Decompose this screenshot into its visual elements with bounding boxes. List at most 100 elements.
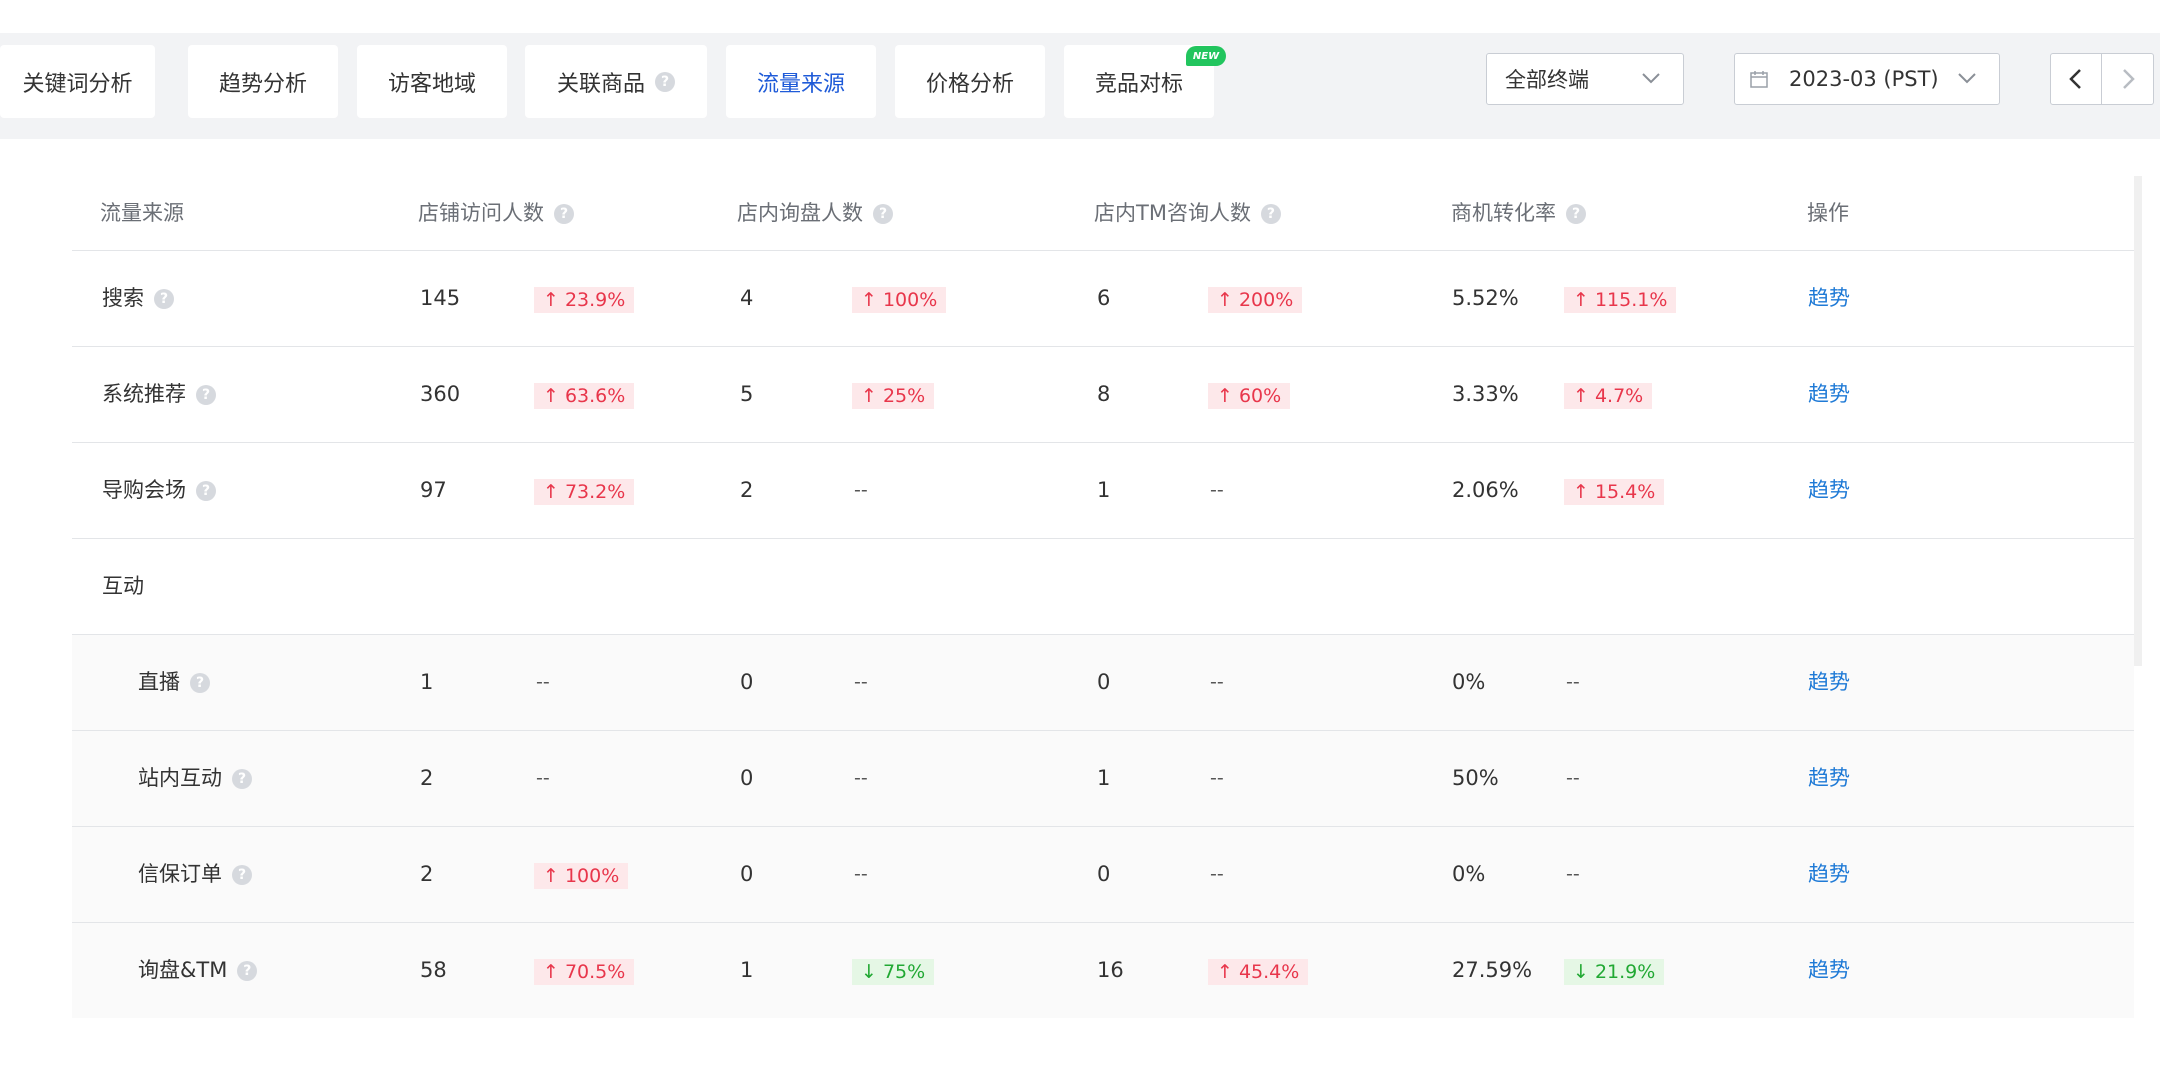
tab-label: 流量来源	[756, 71, 845, 97]
inquiry-value: 4	[740, 286, 754, 310]
header-visitors: 店铺访问人数?	[418, 176, 574, 250]
visitors-change: ↑ 70.5%	[534, 959, 635, 985]
source-name: 搜索?	[102, 251, 174, 346]
tm-value: 6	[1097, 286, 1111, 310]
header-conversion: 商机转化率?	[1451, 176, 1586, 250]
analysis-tab-bar: 关键词分析 趋势分析 访客地域 关联商品? 流量来源 价格分析 竞品对标 NEW…	[0, 33, 2160, 139]
visitors-change: --	[536, 671, 550, 693]
source-label: 搜索	[102, 286, 144, 310]
header-label: 店内询盘人数	[737, 201, 863, 225]
tm-value: 1	[1097, 478, 1111, 502]
conversion-change: --	[1566, 671, 1580, 693]
visitors-value: 2	[420, 766, 434, 790]
help-icon[interactable]: ?	[873, 204, 893, 224]
tm-value: 0	[1097, 670, 1111, 694]
trend-link[interactable]: 趋势	[1808, 827, 1850, 922]
help-icon[interactable]: ?	[232, 769, 252, 789]
conversion-value: 0%	[1452, 670, 1486, 694]
tab-price-analysis[interactable]: 价格分析	[895, 45, 1045, 118]
inquiry-change: --	[854, 671, 868, 693]
table-row: 信保订单? 2 ↑ 100% 0 -- 0 -- 0% -- 趋势	[72, 827, 2134, 923]
trend-link[interactable]: 趋势	[1808, 347, 1850, 442]
chevron-right-icon	[2122, 69, 2135, 89]
trend-link[interactable]: 趋势	[1808, 443, 1850, 538]
tm-value: 0	[1097, 862, 1111, 886]
header-source: 流量来源	[100, 201, 184, 225]
help-icon[interactable]: ?	[196, 481, 216, 501]
tab-visitor-region[interactable]: 访客地域	[357, 45, 507, 118]
help-icon[interactable]: ?	[1566, 204, 1586, 224]
terminal-select[interactable]: 全部终端	[1486, 53, 1684, 105]
table-scrollbar[interactable]	[2134, 176, 2142, 666]
tab-related-products[interactable]: 关联商品?	[525, 45, 707, 118]
visitors-value: 58	[420, 958, 447, 982]
group-row[interactable]: 互动	[72, 539, 2134, 635]
visitors-value: 145	[420, 286, 461, 310]
tm-change: ↑ 45.4%	[1208, 959, 1309, 985]
date-select-value: 2023-03 (PST)	[1789, 67, 1939, 91]
tm-value: 8	[1097, 382, 1111, 406]
inquiry-change: ↑ 100%	[852, 287, 947, 313]
tab-label: 趋势分析	[218, 71, 307, 97]
trend-link[interactable]: 趋势	[1808, 731, 1850, 826]
source-label: 信保订单	[138, 862, 222, 886]
source-label: 站内互动	[138, 766, 222, 790]
help-icon[interactable]: ?	[237, 961, 258, 981]
tm-value: 1	[1097, 766, 1111, 790]
tab-label: 关联商品	[556, 71, 645, 97]
conversion-change: --	[1566, 863, 1580, 885]
inquiry-change: --	[854, 863, 868, 885]
table-row: 系统推荐? 360 ↑ 63.6% 5 ↑ 25% 8 ↑ 60% 3.33% …	[72, 347, 2134, 443]
conversion-change: ↓ 21.9%	[1564, 959, 1665, 985]
terminal-select-value: 全部终端	[1505, 68, 1589, 92]
tm-change: ↑ 200%	[1208, 287, 1303, 313]
tab-traffic-source[interactable]: 流量来源	[726, 45, 876, 118]
table-row: 导购会场? 97 ↑ 73.2% 2 -- 1 -- 2.06% ↑ 15.4%…	[72, 443, 2134, 539]
table-row: 直播? 1 -- 0 -- 0 -- 0% -- 趋势	[72, 635, 2134, 731]
help-icon[interactable]: ?	[232, 865, 252, 885]
tm-change: --	[1210, 671, 1224, 693]
tm-change: --	[1210, 767, 1224, 789]
inquiry-change: --	[854, 767, 868, 789]
tab-label: 价格分析	[925, 71, 1014, 97]
tab-keyword-analysis[interactable]: 关键词分析	[0, 45, 155, 118]
source-name: 询盘&TM?	[138, 923, 258, 1018]
trend-link[interactable]: 趋势	[1808, 923, 1850, 1018]
help-icon[interactable]: ?	[655, 71, 675, 92]
tm-change: --	[1210, 863, 1224, 885]
help-icon[interactable]: ?	[190, 673, 210, 693]
help-icon[interactable]: ?	[196, 385, 216, 405]
header-label: 店铺访问人数	[418, 201, 544, 225]
next-month-button[interactable]	[2102, 53, 2154, 105]
tab-trend-analysis[interactable]: 趋势分析	[188, 45, 338, 118]
traffic-source-table: 流量来源 店铺访问人数? 店内询盘人数? 店内TM咨询人数? 商机转化率? 操作…	[72, 176, 2134, 1018]
date-select[interactable]: 2023-03 (PST)	[1734, 53, 2000, 105]
inquiry-value: 1	[740, 958, 754, 982]
visitors-change: ↑ 23.9%	[534, 287, 635, 313]
conversion-change: ↑ 15.4%	[1564, 479, 1665, 505]
visitors-value: 97	[420, 478, 447, 502]
trend-link[interactable]: 趋势	[1808, 251, 1850, 346]
help-icon[interactable]: ?	[154, 289, 174, 309]
inquiry-value: 5	[740, 382, 754, 406]
help-icon[interactable]: ?	[1260, 204, 1281, 224]
table-header: 流量来源 店铺访问人数? 店内询盘人数? 店内TM咨询人数? 商机转化率? 操作	[72, 176, 2134, 251]
tab-label: 访客地域	[387, 71, 476, 97]
source-label: 系统推荐	[102, 382, 186, 406]
chevron-left-icon	[2069, 69, 2081, 89]
prev-month-button[interactable]	[2050, 53, 2102, 105]
source-name: 直播?	[138, 635, 210, 730]
calendar-icon	[1750, 71, 1768, 88]
inquiry-change: ↓ 75%	[852, 959, 935, 985]
visitors-value: 1	[420, 670, 434, 694]
help-icon[interactable]: ?	[554, 204, 574, 224]
conversion-change: ↑ 115.1%	[1564, 287, 1677, 313]
header-label: 店内TM咨询人数	[1094, 201, 1251, 225]
visitors-change: ↑ 73.2%	[534, 479, 635, 505]
conversion-value: 5.52%	[1452, 286, 1519, 310]
trend-link[interactable]: 趋势	[1808, 635, 1850, 730]
conversion-change: --	[1566, 767, 1580, 789]
source-label: 直播	[138, 670, 180, 694]
chevron-down-icon	[1642, 73, 1660, 84]
header-action: 操作	[1807, 201, 1849, 225]
